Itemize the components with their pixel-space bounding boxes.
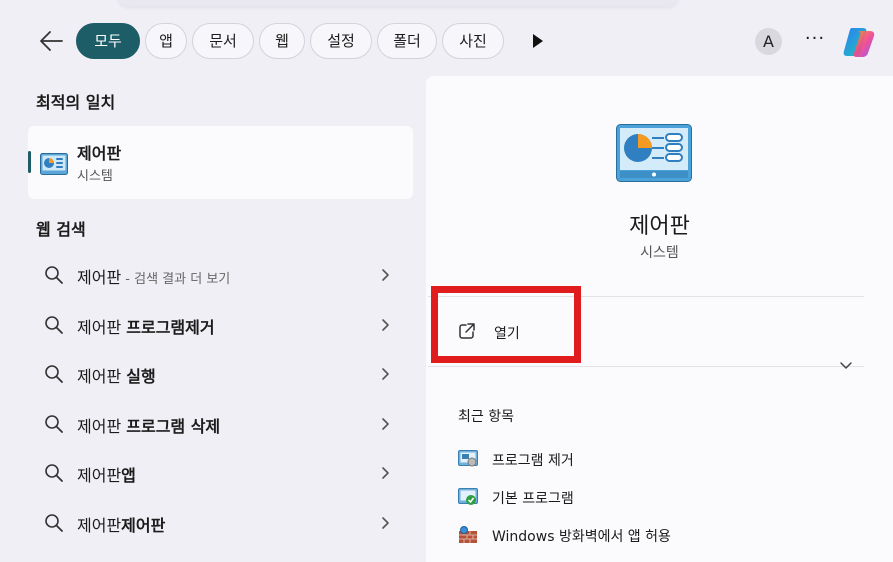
- best-match-name: 제어판: [77, 144, 122, 163]
- tab-folders[interactable]: 폴더: [377, 23, 437, 59]
- web-search-result-text: 제어판 프로그램제거: [77, 318, 215, 337]
- web-search-result[interactable]: 제어판 프로그램 삭제: [28, 402, 413, 446]
- web-search-result-text: 제어판 프로그램 삭제: [77, 417, 221, 436]
- recent-item-firewall[interactable]: Windows 방화벽에서 앱 허용: [458, 523, 878, 547]
- control-panel-large-icon: [616, 124, 692, 182]
- search-box-edge: [118, 0, 678, 6]
- web-search-result-text: 제어판 실행: [77, 367, 156, 386]
- divider: [428, 366, 864, 367]
- chevron-right-icon: [382, 269, 389, 281]
- web-search-result[interactable]: 제어판 - 검색 결과 더 보기: [28, 253, 413, 297]
- search-icon: [45, 464, 63, 482]
- best-match-subtitle: 시스템: [77, 169, 113, 184]
- recent-item-uninstall[interactable]: 프로그램 제거: [458, 447, 878, 471]
- tab-documents[interactable]: 문서: [192, 23, 254, 59]
- tab-web[interactable]: 웹: [259, 23, 305, 59]
- more-filters-play-icon[interactable]: [528, 32, 546, 50]
- recent-heading: 최근 항목: [458, 409, 514, 425]
- recent-item-label: Windows 방화벽에서 앱 허용: [492, 529, 671, 545]
- chevron-right-icon: [382, 467, 389, 479]
- filter-bar: 모두 앱 문서 웹 설정 폴더 사진 A ···: [30, 23, 880, 59]
- web-search-result[interactable]: 제어판앱: [28, 451, 413, 495]
- firewall-icon: [459, 526, 477, 543]
- chevron-right-icon: [382, 368, 389, 380]
- control-panel-icon: [40, 153, 68, 175]
- web-search-heading: 웹 검색: [36, 220, 86, 239]
- chevron-right-icon: [382, 517, 389, 529]
- detail-title: 제어판: [629, 214, 690, 239]
- copilot-icon[interactable]: [841, 25, 877, 59]
- more-options-button[interactable]: ···: [802, 26, 828, 54]
- default-programs-icon: [458, 488, 478, 505]
- chevron-right-icon: [382, 319, 389, 331]
- search-icon: [45, 415, 63, 433]
- web-search-result-text: 제어판제어판: [77, 516, 166, 535]
- web-search-result-text: 제어판앱: [77, 466, 136, 485]
- best-match-card[interactable]: 제어판 시스템: [28, 126, 413, 199]
- tab-settings[interactable]: 설정: [310, 23, 372, 59]
- back-arrow-icon[interactable]: [38, 29, 64, 53]
- tab-apps[interactable]: 앱: [145, 23, 187, 59]
- search-icon: [45, 365, 63, 383]
- highlight-box: [431, 286, 581, 363]
- web-search-result-text: 제어판 - 검색 결과 더 보기: [77, 268, 231, 287]
- detail-subtitle: 시스템: [640, 245, 679, 261]
- chevron-down-icon[interactable]: [839, 361, 853, 371]
- search-icon: [45, 514, 63, 532]
- chevron-right-icon: [382, 418, 389, 430]
- search-icon: [45, 316, 63, 334]
- recent-item-label: 기본 프로그램: [492, 491, 574, 507]
- search-icon: [45, 266, 63, 284]
- best-match-heading: 최적의 일치: [36, 93, 116, 112]
- web-search-result[interactable]: 제어판 실행: [28, 352, 413, 396]
- selection-indicator: [28, 151, 31, 173]
- tab-photos[interactable]: 사진: [442, 23, 504, 59]
- uninstall-program-icon: [458, 450, 478, 467]
- web-search-result[interactable]: 제어판 프로그램제거: [28, 303, 413, 347]
- recent-item-label: 프로그램 제거: [492, 453, 574, 469]
- recent-item-default-programs[interactable]: 기본 프로그램: [458, 485, 878, 509]
- web-search-result[interactable]: 제어판제어판: [28, 501, 413, 545]
- tab-all[interactable]: 모두: [76, 23, 140, 59]
- avatar[interactable]: A: [755, 28, 782, 55]
